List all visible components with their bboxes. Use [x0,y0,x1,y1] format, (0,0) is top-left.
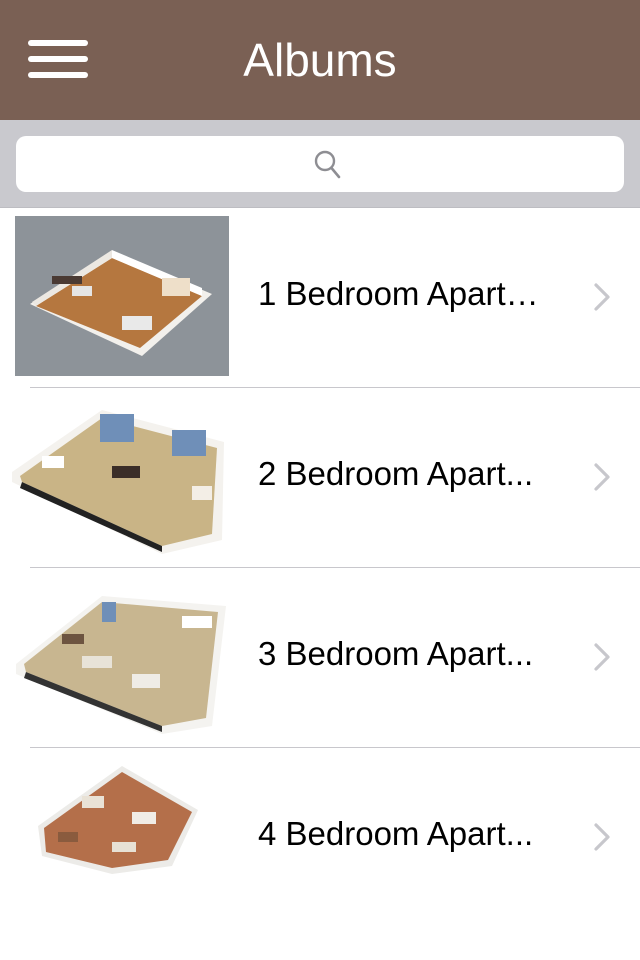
album-title: 1 Bedroom Apartm... [258,275,558,312]
album-title: 2 Bedroom Apart... [258,455,534,492]
page-title: Albums [243,34,397,86]
navigation-bar: Albums [0,0,640,120]
chevron-right-icon [594,823,610,851]
chevron-right-icon [594,643,610,671]
album-thumbnail [12,410,224,554]
album-thumbnail [38,766,198,874]
album-row-2-bedroom[interactable]: 2 Bedroom Apart... [0,388,640,568]
album-thumbnail [16,596,226,734]
search-icon [314,150,341,179]
album-row-3-bedroom[interactable]: 3 Bedroom Apart... [0,568,640,748]
search-input[interactable] [16,136,624,192]
chevron-right-icon [594,283,610,311]
album-title: 3 Bedroom Apart... [258,635,534,672]
album-row-1-bedroom[interactable]: 1 Bedroom Apartm... [0,208,640,388]
search-bar [0,120,640,208]
album-title: 4 Bedroom Apart... [258,815,534,852]
album-thumbnail [15,216,229,376]
album-row-4-bedroom[interactable]: 4 Bedroom Apart... [0,748,640,928]
chevron-right-icon [594,463,610,491]
